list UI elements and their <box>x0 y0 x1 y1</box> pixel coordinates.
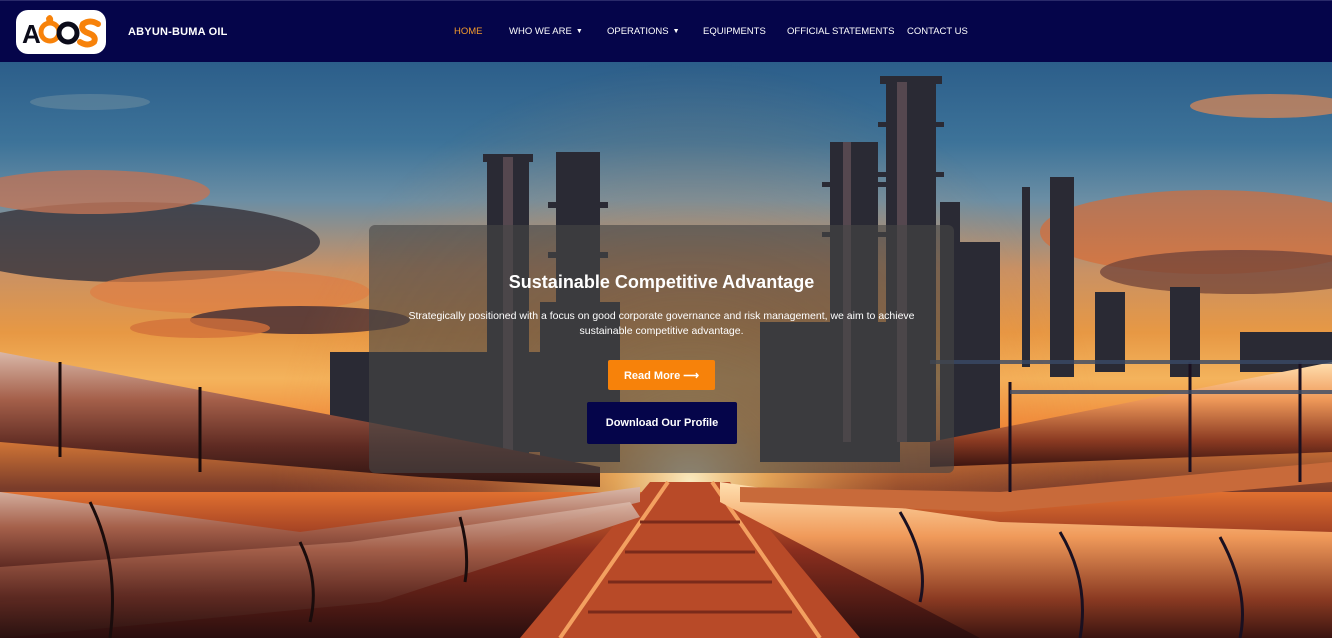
brand-name[interactable]: ABYUN-BUMA OIL <box>128 26 228 38</box>
caret-down-icon: ▼ <box>672 28 680 35</box>
site-header: A ABYUN-BUMA OIL HOME WHO WE ARE ▼ OPERAT… <box>0 0 1332 62</box>
nav-home[interactable]: HOME <box>454 26 483 37</box>
page-bottom-edge <box>0 638 1332 643</box>
company-logo[interactable]: A <box>16 10 106 54</box>
svg-text:A: A <box>22 19 41 49</box>
nav-official-statements[interactable]: OFFICIAL STATEMENTS <box>787 26 895 37</box>
caret-down-icon: ▼ <box>575 28 583 35</box>
nav-home-label: HOME <box>454 26 483 37</box>
hero-title: Sustainable Competitive Advantage <box>508 272 815 292</box>
read-more-button[interactable]: Read More ⟶ <box>608 360 715 390</box>
nav-who-we-are[interactable]: WHO WE ARE ▼ <box>509 26 583 37</box>
nav-official-statements-label: OFFICIAL STATEMENTS <box>787 26 895 37</box>
nav-equipments[interactable]: EQUIPMENTS <box>703 26 766 37</box>
nav-operations[interactable]: OPERATIONS ▼ <box>607 26 680 37</box>
nav-operations-label: OPERATIONS <box>607 26 669 37</box>
nav-equipments-label: EQUIPMENTS <box>703 26 766 37</box>
nav-contact-us[interactable]: CONTACT US <box>907 26 968 37</box>
nav-contact-us-label: CONTACT US <box>907 26 968 37</box>
hero-card: Sustainable Competitive Advantage Strate… <box>369 225 954 473</box>
hero-description: Strategically positioned with a focus on… <box>408 310 915 337</box>
nav-who-we-are-label: WHO WE ARE <box>509 26 572 37</box>
download-profile-button[interactable]: Download Our Profile <box>587 402 737 444</box>
